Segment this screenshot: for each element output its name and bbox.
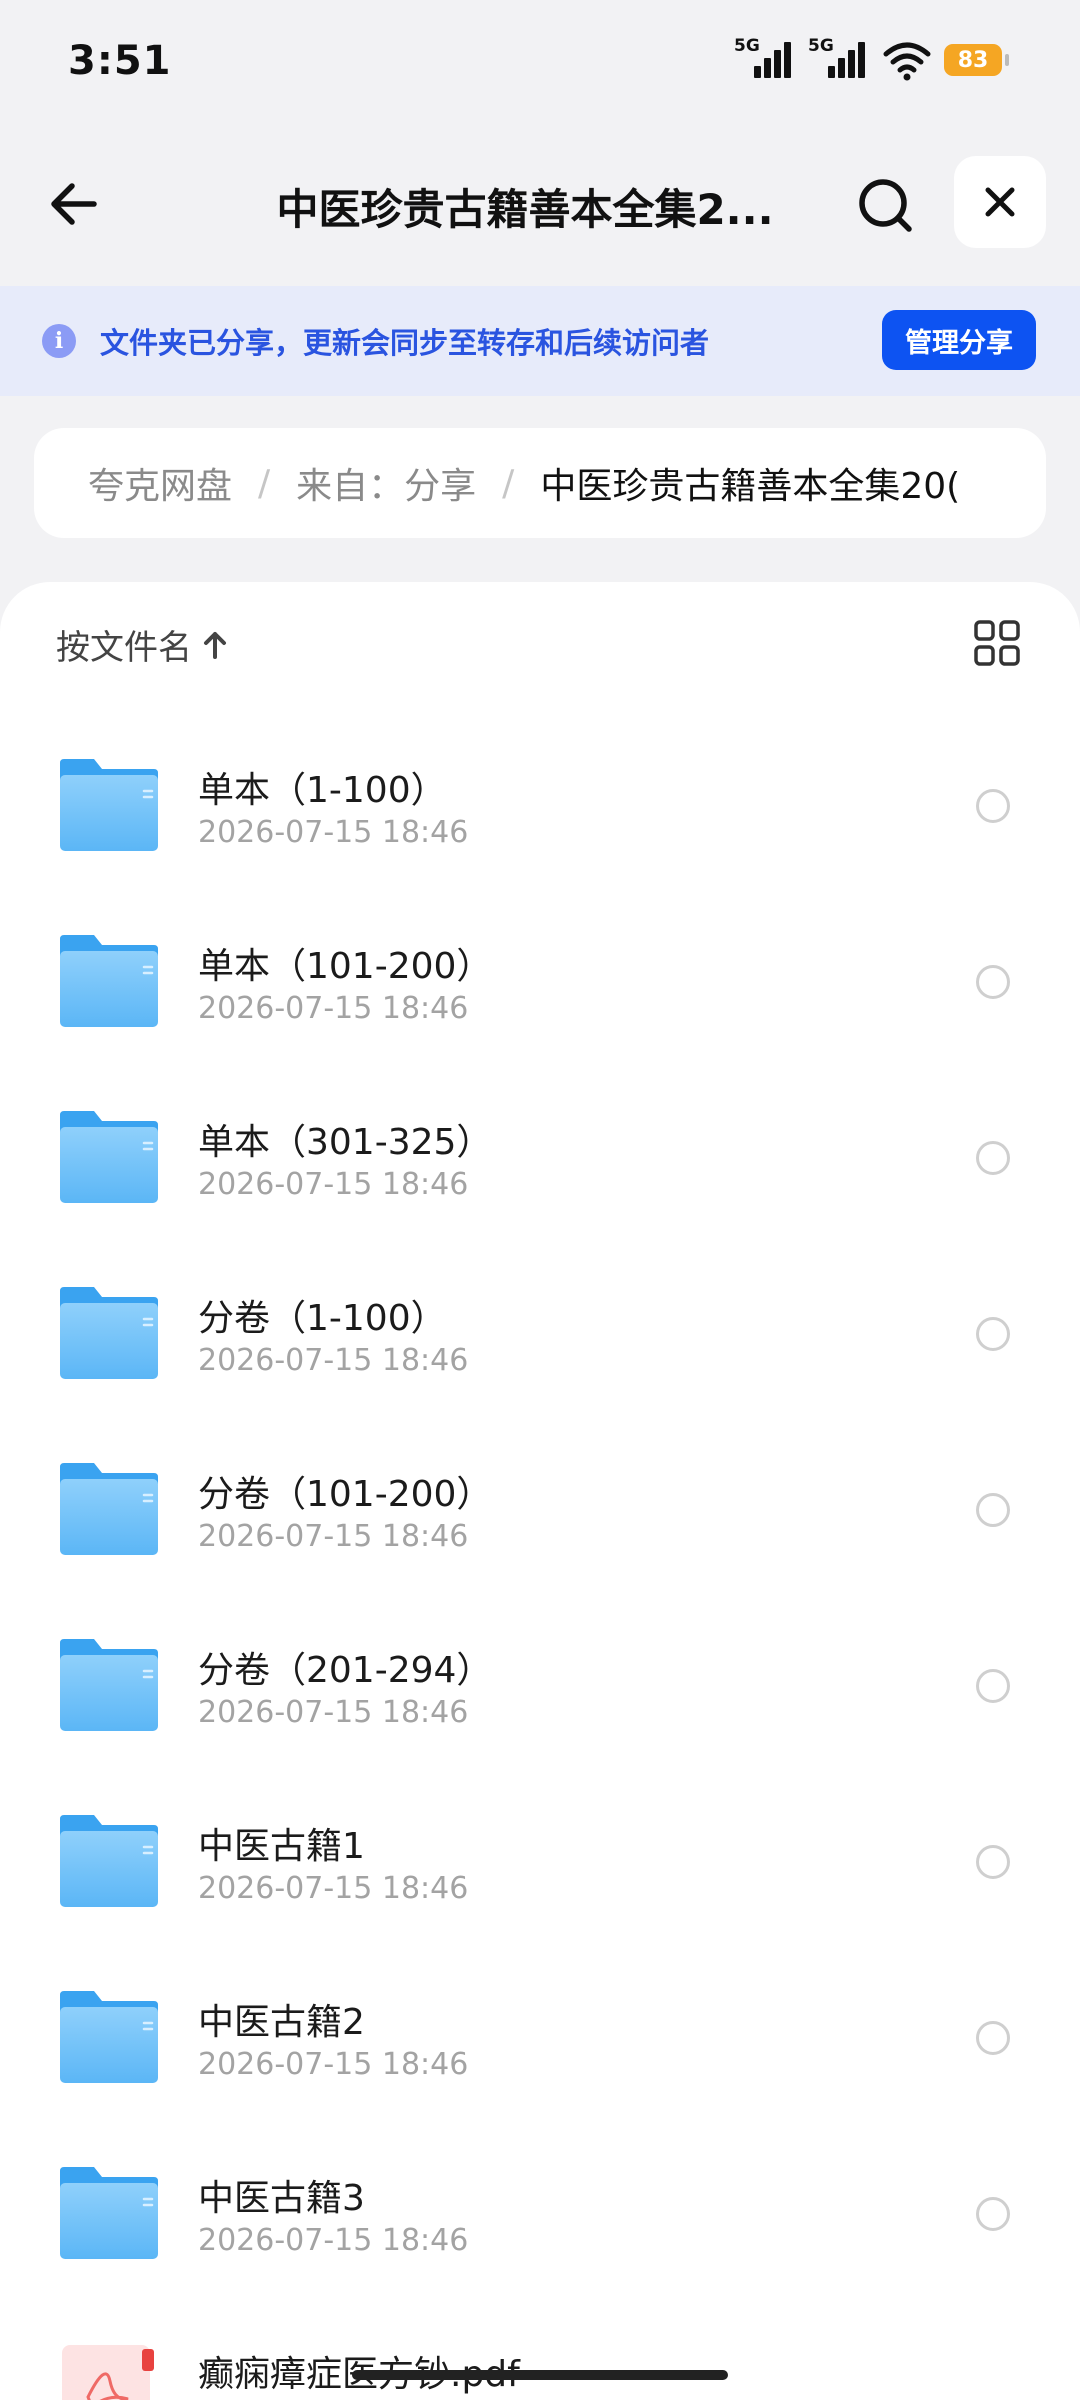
home-indicator[interactable] — [352, 2370, 728, 2380]
folder-icon — [60, 1287, 158, 1379]
share-notice-banner: i 文件夹已分享，更新会同步至转存和后续访问者 管理分享 — [0, 286, 1080, 396]
select-radio[interactable] — [976, 1141, 1010, 1175]
select-radio[interactable] — [976, 1845, 1010, 1879]
breadcrumb-item-shared[interactable]: 来自：分享 — [296, 457, 476, 509]
folder-icon — [60, 935, 158, 1027]
sort-by-name-button[interactable]: 按文件名 — [56, 620, 228, 669]
file-date: 2026-07-15 18:46 — [198, 2223, 469, 2258]
status-icons: 5G 5G 83 — [734, 36, 1009, 84]
file-name: 分卷（101-200） — [198, 1474, 493, 1515]
select-radio[interactable] — [976, 2021, 1010, 2055]
file-date: 2026-07-15 18:46 — [198, 1167, 469, 1202]
file-row[interactable]: 分卷（1-100） 2026-07-15 18:46 — [0, 1245, 1080, 1421]
file-name: 中医古籍2 — [198, 2002, 365, 2043]
file-name: 单本（101-200） — [198, 946, 493, 987]
file-row[interactable]: 中医古籍1 2026-07-15 18:46 — [0, 1773, 1080, 1949]
cellular-signal-icon: 5G — [808, 36, 870, 82]
file-name: 分卷（1-100） — [198, 1298, 447, 1339]
file-row[interactable]: 单本（101-200） 2026-07-15 18:46 — [0, 893, 1080, 1069]
file-date: 2026-07-15 18:46 — [198, 1695, 469, 1730]
select-radio[interactable] — [976, 1317, 1010, 1351]
close-icon — [985, 187, 1015, 217]
file-name: 单本（1-100） — [198, 770, 447, 811]
file-row[interactable]: 分卷（201-294） 2026-07-15 18:46 — [0, 1597, 1080, 1773]
folder-icon — [60, 1639, 158, 1731]
file-date: 2026-07-15 18:46 — [198, 1343, 469, 1378]
file-date: 2026-07-15 18:46 — [198, 1871, 469, 1906]
breadcrumb-item-current: 中医珍贵古籍善本全集20( — [540, 466, 961, 507]
cellular-signal-icon: 5G — [734, 36, 796, 82]
folder-icon — [60, 2167, 158, 2259]
network-type-label: 5G — [734, 36, 760, 56]
select-radio[interactable] — [976, 1669, 1010, 1703]
network-type-label: 5G — [808, 36, 834, 56]
folder-icon — [60, 1111, 158, 1203]
breadcrumb-separator: / — [502, 462, 515, 504]
page-title: 中医珍贵古籍善本全集2... — [276, 185, 774, 234]
select-radio[interactable] — [976, 2197, 1010, 2231]
search-icon — [859, 179, 912, 232]
folder-icon — [60, 759, 158, 851]
file-list: 单本（1-100） 2026-07-15 18:46 单本（101-200） 2… — [0, 717, 1080, 2400]
file-name: 中医古籍1 — [198, 1826, 365, 1867]
manage-share-button[interactable]: 管理分享 — [882, 310, 1036, 370]
file-row[interactable]: 中医古籍3 2026-07-15 18:46 — [0, 2125, 1080, 2301]
folder-icon — [60, 1463, 158, 1555]
file-row[interactable]: 中医古籍2 2026-07-15 18:46 — [0, 1949, 1080, 2125]
battery-icon: 83 — [944, 44, 1009, 76]
back-button[interactable] — [36, 166, 112, 242]
sort-label: 按文件名 — [56, 628, 192, 668]
breadcrumb: 夸克网盘 / 来自：分享 / 中医珍贵古籍善本全集20( — [34, 428, 1046, 538]
file-name: 中医古籍3 — [198, 2178, 365, 2219]
search-button[interactable] — [848, 168, 924, 244]
file-row[interactable]: 单本（1-100） 2026-07-15 18:46 — [0, 717, 1080, 893]
file-row[interactable]: 单本（301-325） 2026-07-15 18:46 — [0, 1069, 1080, 1245]
info-icon: i — [42, 324, 76, 358]
file-row[interactable]: 分卷（101-200） 2026-07-15 18:46 — [0, 1421, 1080, 1597]
top-app-bar: 中医珍贵古籍善本全集2... — [0, 140, 1080, 270]
folder-icon — [60, 1815, 158, 1907]
page: 3:51 5G 5G 83 中医珍贵古籍善本全集2... i 文件夹已分享，更新… — [0, 0, 1080, 2400]
wifi-icon — [883, 42, 931, 81]
breadcrumb-separator: / — [258, 462, 271, 504]
file-date: 2026-07-15 18:46 — [198, 2047, 469, 2082]
status-time: 3:51 — [68, 38, 172, 84]
back-arrow-icon — [51, 183, 97, 225]
select-radio[interactable] — [976, 965, 1010, 999]
battery-level: 83 — [957, 47, 989, 73]
file-name: 单本（301-325） — [198, 1122, 493, 1163]
share-notice-text: 文件夹已分享，更新会同步至转存和后续访问者 — [100, 326, 710, 360]
file-date: 2026-07-15 18:46 — [198, 1519, 469, 1554]
breadcrumb-item-root[interactable]: 夸克网盘 — [88, 457, 232, 509]
select-radio[interactable] — [976, 1493, 1010, 1527]
close-button[interactable] — [954, 156, 1046, 248]
sort-up-arrow-icon — [204, 631, 226, 659]
grid-view-icon[interactable] — [972, 618, 1022, 668]
file-date: 2026-07-15 18:46 — [198, 991, 469, 1026]
file-row[interactable]: 癫痫瘴症医方钞.pdf — [0, 2301, 1080, 2400]
status-bar: 3:51 5G 5G 83 — [0, 0, 1080, 120]
pdf-file-icon — [62, 2345, 154, 2400]
select-radio[interactable] — [976, 789, 1010, 823]
file-date: 2026-07-15 18:46 — [198, 815, 469, 850]
folder-icon — [60, 1991, 158, 2083]
file-list-panel: 按文件名 单本（1-100） 2026-07-15 18:46 单本（101-2… — [0, 582, 1080, 2400]
file-name: 分卷（201-294） — [198, 1650, 493, 1691]
